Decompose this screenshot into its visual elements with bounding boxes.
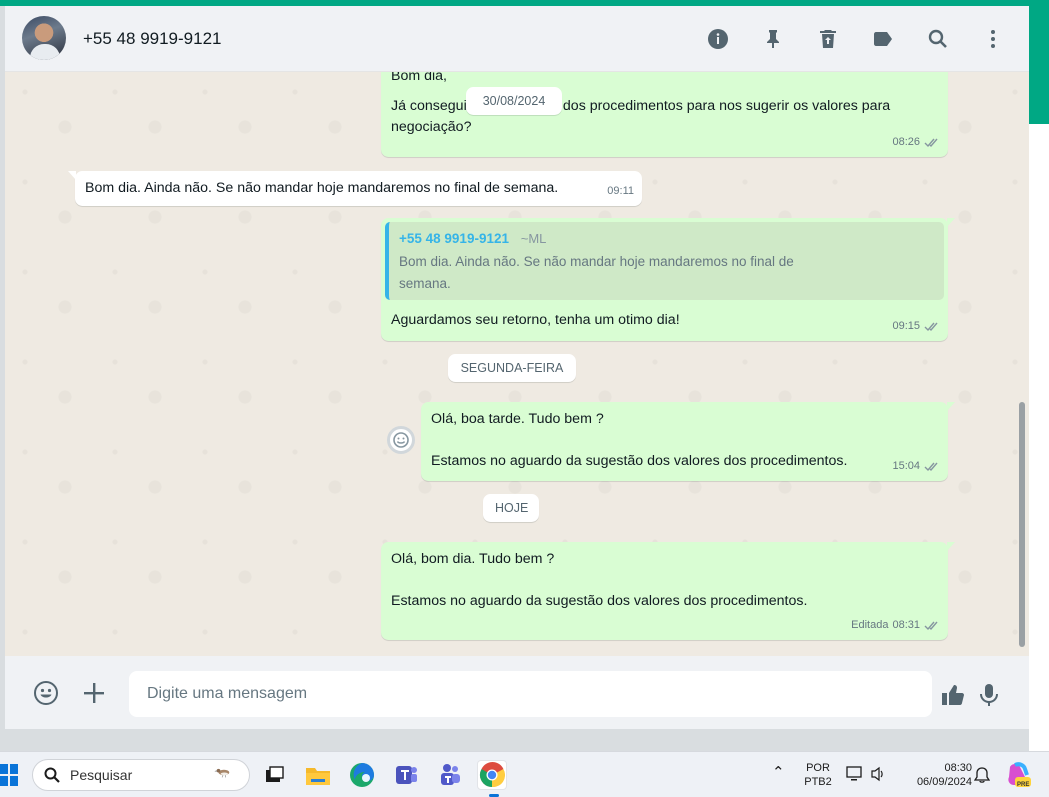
- composer-bar: [5, 656, 1029, 729]
- notification-bell-icon[interactable]: [973, 766, 991, 788]
- message-meta: 09:15: [892, 316, 940, 337]
- copilot-icon[interactable]: PRE: [1005, 761, 1031, 789]
- contact-avatar[interactable]: [22, 16, 66, 60]
- quoted-author: +55 48 9919-9121: [399, 231, 509, 246]
- teams-icon[interactable]: [435, 760, 465, 790]
- chat-window: +55 48 9919-9121 Bom dia, Já consegui ve…: [5, 6, 1029, 729]
- keyboard-layout: PTB2: [804, 776, 832, 788]
- message-bubble-outgoing[interactable]: Olá, boa tarde. Tudo bem ? Estamos no ag…: [421, 402, 955, 481]
- day-divider: SEGUNDA-FEIRA: [448, 354, 576, 382]
- message-text: Bom dia. Ainda não. Se não mandar hoje m…: [85, 180, 559, 196]
- message-time: 08:26: [892, 136, 920, 148]
- message-meta: 09:11: [607, 181, 634, 202]
- search-icon[interactable]: [922, 23, 954, 55]
- chat-header: +55 48 9919-9121: [5, 6, 1029, 72]
- teams-work-icon[interactable]: [391, 760, 421, 790]
- background-window-accent: [1029, 6, 1049, 124]
- reaction-button[interactable]: [387, 426, 415, 454]
- message-text: Aguardamos seu retorno, tenha um otimo d…: [391, 312, 680, 328]
- system-clock[interactable]: 08:30 06/09/2024: [900, 761, 972, 789]
- pin-icon[interactable]: [757, 23, 789, 55]
- attach-plus-icon[interactable]: [78, 677, 110, 709]
- info-icon[interactable]: [702, 23, 734, 55]
- bird-illustration-icon: [214, 768, 230, 778]
- message-bubble-outgoing[interactable]: Bom dia, Já consegui ver os valores dos …: [381, 72, 948, 157]
- quoted-message[interactable]: +55 48 9919-9121 ~ML Bom dia. Ainda não.…: [385, 222, 944, 300]
- quoted-text: Bom dia. Ainda não. Se não mandar hoje m…: [399, 254, 794, 291]
- message-text: Olá, boa tarde. Tudo bem ?: [431, 411, 604, 427]
- contact-name[interactable]: +55 48 9919-9121: [83, 29, 222, 49]
- delete-icon[interactable]: [812, 23, 844, 55]
- day-divider: HOJE: [483, 494, 539, 522]
- chrome-browser-icon[interactable]: [477, 760, 507, 790]
- date-divider: 30/08/2024: [466, 87, 562, 115]
- copilot-badge: PRE: [1017, 782, 1030, 788]
- taskbar: Pesquisar ⌃ POR PTB2 08:30 06/09/2024 PR…: [0, 751, 1049, 797]
- message-bubble-outgoing[interactable]: +55 48 9919-9121 ~ML Bom dia. Ainda não.…: [381, 218, 955, 341]
- thumbs-up-icon[interactable]: [937, 679, 969, 711]
- clock-date: 06/09/2024: [916, 776, 972, 788]
- message-meta: Editada 08:31: [851, 615, 940, 636]
- header-actions: [702, 23, 1009, 55]
- edited-label: Editada: [851, 619, 889, 631]
- emoji-icon: [393, 432, 409, 448]
- taskbar-search[interactable]: Pesquisar: [32, 759, 250, 791]
- microphone-icon[interactable]: [973, 679, 1005, 711]
- task-view-icon[interactable]: [259, 760, 289, 790]
- network-icon[interactable]: [846, 766, 864, 786]
- chevron-up-icon[interactable]: ⌃: [772, 765, 785, 780]
- message-text: Estamos no aguardo da sugestão dos valor…: [431, 453, 848, 469]
- message-time: 09:15: [892, 320, 920, 332]
- read-receipt-icon: [924, 621, 938, 631]
- message-time: 09:11: [607, 185, 634, 197]
- message-text: Estamos no aguardo da sugestão dos valor…: [391, 593, 808, 609]
- chat-scrollbar[interactable]: [1019, 402, 1025, 647]
- taskbar-search-label: Pesquisar: [70, 767, 133, 783]
- message-bubble-outgoing[interactable]: Olá, bom dia. Tudo bem ? Estamos no agua…: [381, 542, 955, 640]
- windows-start-icon[interactable]: [0, 764, 18, 786]
- message-text: Bom dia,: [391, 72, 447, 84]
- read-receipt-icon: [924, 322, 938, 332]
- volume-icon[interactable]: [870, 766, 888, 786]
- message-meta: 08:26: [892, 132, 940, 153]
- language-code: POR: [806, 762, 830, 774]
- language-indicator[interactable]: POR PTB2: [800, 761, 836, 789]
- message-list[interactable]: Bom dia, Já consegui ver os valores dos …: [5, 72, 1029, 656]
- search-icon: [44, 767, 60, 783]
- menu-icon[interactable]: [977, 23, 1009, 55]
- quoted-author-alias: ~ML: [520, 231, 547, 246]
- message-meta: 15:04: [892, 456, 940, 477]
- message-bubble-incoming[interactable]: Bom dia. Ainda não. Se não mandar hoje m…: [68, 171, 642, 206]
- message-text: Olá, bom dia. Tudo bem ?: [391, 551, 555, 567]
- message-time: 08:31: [892, 619, 920, 631]
- label-icon[interactable]: [867, 23, 899, 55]
- message-time: 15:04: [892, 460, 920, 472]
- read-receipt-icon: [924, 462, 938, 472]
- clock-time: 08:30: [944, 762, 972, 774]
- emoji-icon[interactable]: [30, 677, 62, 709]
- read-receipt-icon: [924, 138, 938, 148]
- message-input[interactable]: [129, 671, 932, 717]
- file-explorer-icon[interactable]: [303, 760, 333, 790]
- edge-browser-icon[interactable]: [347, 760, 377, 790]
